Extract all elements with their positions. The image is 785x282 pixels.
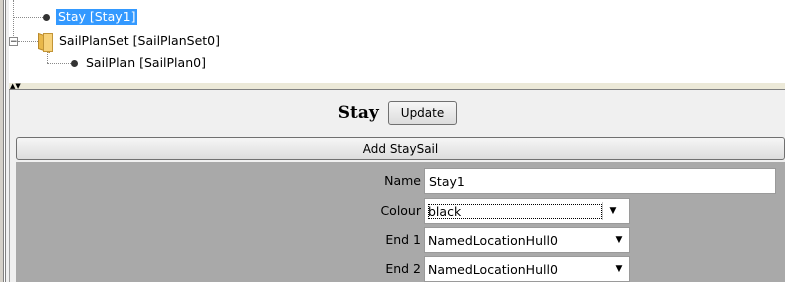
node-bullet-icon bbox=[43, 13, 50, 21]
property-form: Name Colour black ▼ End 1 NamedLocationH… bbox=[16, 162, 785, 282]
end1-select[interactable]: NamedLocationHull0 ▼ bbox=[424, 227, 630, 253]
colour-label: Colour bbox=[380, 203, 421, 218]
folder-icon bbox=[38, 32, 53, 53]
tree-connector bbox=[47, 63, 71, 64]
chevron-down-icon[interactable]: ▼ bbox=[609, 264, 629, 274]
end1-value: NamedLocationHull0 bbox=[428, 232, 558, 248]
properties-panel: Stay Update Add StaySail Name Colour bla… bbox=[9, 90, 785, 282]
tree-item-stay[interactable]: Stay [Stay1] bbox=[43, 8, 138, 26]
panel-header: Stay Update bbox=[10, 90, 785, 136]
tree-item-sailplan[interactable]: SailPlan [SailPlan0] bbox=[71, 54, 208, 72]
colour-value: black bbox=[428, 203, 602, 219]
node-bullet-icon bbox=[71, 59, 78, 67]
update-button[interactable]: Update bbox=[387, 101, 458, 125]
name-label: Name bbox=[384, 173, 421, 188]
name-field[interactable] bbox=[424, 168, 776, 194]
tree-item-label: SailPlan [SailPlan0] bbox=[86, 55, 206, 70]
tree-item-label: Stay [Stay1] bbox=[56, 9, 138, 25]
tree-item-label: SailPlanSet [SailPlanSet0] bbox=[59, 33, 220, 48]
scene-tree: Stay [Stay1] − SailPlanSet [SailPlanSet0… bbox=[9, 0, 785, 82]
tree-connector bbox=[18, 41, 38, 42]
name-row: Name bbox=[16, 168, 785, 194]
colour-row: Colour black ▼ bbox=[16, 198, 785, 224]
window-frame-left bbox=[0, 0, 9, 282]
add-staysail-button[interactable]: Add StaySail bbox=[16, 137, 785, 160]
tree-connector bbox=[13, 17, 43, 18]
tree-connector bbox=[47, 52, 48, 63]
panel-title: Stay bbox=[337, 103, 379, 123]
end2-label: End 2 bbox=[385, 261, 421, 276]
end2-value: NamedLocationHull0 bbox=[428, 261, 558, 277]
collapse-toggle-icon[interactable]: − bbox=[9, 37, 18, 47]
tree-connector bbox=[13, 0, 14, 38]
end1-row: End 1 NamedLocationHull0 ▼ bbox=[16, 227, 785, 253]
end2-select[interactable]: NamedLocationHull0 ▼ bbox=[424, 256, 630, 282]
pane-splitter[interactable]: ▲▼ bbox=[9, 82, 785, 90]
chevron-down-icon[interactable]: ▼ bbox=[609, 235, 629, 245]
end1-label: End 1 bbox=[385, 232, 421, 247]
tree-item-sailplanset[interactable]: SailPlanSet [SailPlanSet0] bbox=[38, 32, 222, 53]
colour-select[interactable]: black ▼ bbox=[424, 198, 630, 224]
chevron-down-icon[interactable]: ▼ bbox=[603, 206, 623, 216]
end2-row: End 2 NamedLocationHull0 ▼ bbox=[16, 256, 785, 282]
splitter-arrows-icon[interactable]: ▲▼ bbox=[10, 82, 21, 90]
